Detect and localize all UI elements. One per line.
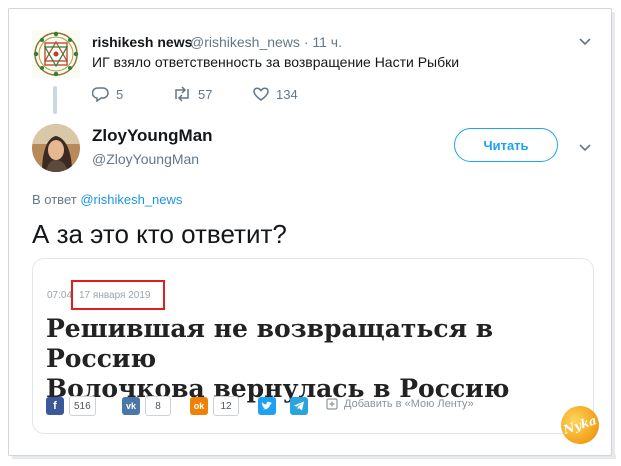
article-time: 07:04 bbox=[47, 290, 73, 301]
parent-handle[interactable]: @rishikesh_news · 11 ч. bbox=[190, 34, 342, 50]
headline-line-1: Решившая не возвращаться в Россию bbox=[46, 314, 494, 373]
retweet-icon bbox=[175, 86, 189, 102]
reply-tweet-text: А за это кто ответит? bbox=[32, 219, 287, 249]
reply-display-name[interactable]: ZloyYoungMan bbox=[92, 126, 213, 146]
reply-handle[interactable]: @ZloyYoungMan bbox=[92, 151, 199, 167]
reply-context: В ответ @rishikesh_news bbox=[32, 192, 182, 207]
odnoklassniki-icon: ok bbox=[190, 397, 208, 415]
like-icon bbox=[253, 87, 269, 101]
facebook-icon: f bbox=[46, 397, 64, 415]
thread-connector bbox=[53, 86, 57, 114]
reply-to-link[interactable]: @rishikesh_news bbox=[80, 192, 182, 207]
reply-count: 5 bbox=[116, 86, 124, 102]
like-action[interactable]: 134 bbox=[252, 86, 298, 102]
facebook-count: 516 bbox=[69, 396, 96, 416]
chevron-down-icon[interactable] bbox=[578, 140, 592, 156]
telegram-icon bbox=[290, 397, 308, 415]
parent-handle-text[interactable]: @rishikesh_news bbox=[190, 34, 300, 50]
bookmark-icon bbox=[326, 398, 338, 410]
reply-action[interactable]: 5 bbox=[92, 86, 123, 102]
parent-tweet-text: ИГ взяло ответственность за возвращение … bbox=[92, 54, 460, 70]
reply-icon bbox=[92, 87, 109, 102]
chevron-down-icon[interactable] bbox=[578, 34, 592, 50]
vk-icon: vk bbox=[122, 397, 140, 415]
share-twitter[interactable] bbox=[258, 396, 276, 416]
share-telegram[interactable] bbox=[290, 396, 308, 416]
vk-count: 8 bbox=[145, 396, 171, 416]
add-to-feed[interactable]: Добавить в «Мою Ленту» bbox=[326, 398, 474, 410]
share-facebook[interactable]: f 516 bbox=[46, 396, 96, 416]
share-odnoklassniki[interactable]: ok 12 bbox=[190, 396, 239, 416]
twitter-icon bbox=[258, 397, 276, 415]
user-avatar[interactable] bbox=[32, 124, 80, 172]
parent-time[interactable]: · 11 ч. bbox=[304, 34, 342, 50]
article-headline[interactable]: Решившая не возвращаться в Россию Волочк… bbox=[46, 314, 586, 404]
add-to-feed-label: Добавить в «Мою Ленту» bbox=[344, 398, 474, 410]
odnoklassniki-count: 12 bbox=[213, 396, 239, 416]
follow-button[interactable]: Читать bbox=[454, 128, 558, 162]
mandala-avatar[interactable] bbox=[32, 30, 80, 78]
date-highlight-box bbox=[71, 280, 165, 310]
reply-prefix: В ответ bbox=[32, 192, 77, 207]
retweet-count: 57 bbox=[198, 86, 213, 102]
share-vk[interactable]: vk 8 bbox=[122, 396, 171, 416]
retweet-action[interactable]: 57 bbox=[172, 86, 212, 102]
like-count: 134 bbox=[276, 86, 298, 102]
parent-display-name[interactable]: rishikesh news bbox=[92, 34, 192, 50]
